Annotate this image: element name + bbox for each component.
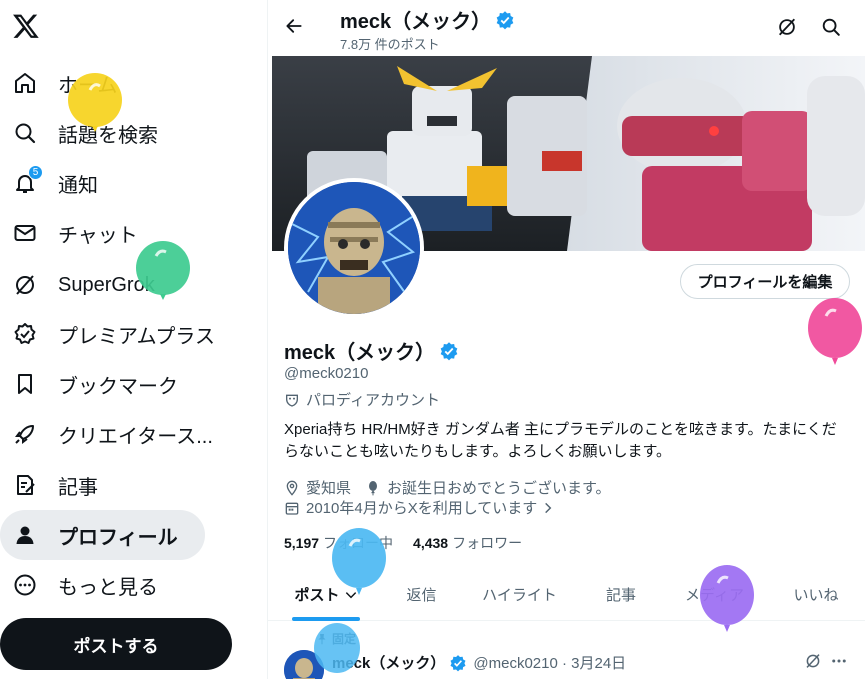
parody-label: パロディアカウント — [284, 389, 440, 410]
search-icon[interactable] — [820, 16, 842, 38]
tab-likes[interactable]: いいね — [767, 568, 865, 621]
balloon-blue-icon — [332, 528, 386, 595]
post-handle-date: @meck0210 · 3月24日 — [473, 655, 627, 672]
nav-item-supergrok[interactable]: SuperGrok — [0, 260, 155, 310]
tab-label: 返信 — [406, 587, 437, 604]
nav-item-notifications[interactable]: 5 通知 — [0, 158, 98, 208]
mail-icon — [12, 220, 38, 246]
header-post-count: 7.8万 件のポスト — [340, 37, 440, 52]
balloon-green-icon — [136, 241, 190, 300]
tab-replies[interactable]: 返信 — [384, 568, 459, 621]
verified-icon — [496, 10, 514, 29]
tab-highlights[interactable]: ハイライト — [459, 568, 580, 621]
x-logo-icon[interactable] — [12, 12, 40, 40]
notification-badge: 5 — [28, 165, 43, 180]
profile-meta-row: 愛知県 お誕生日おめでとうございます。 — [284, 477, 611, 498]
nav-item-label: プレミアムプラス — [58, 325, 215, 348]
location-icon — [286, 480, 298, 496]
bookmark-icon — [12, 371, 38, 397]
followers-count: 4,438 — [413, 535, 449, 551]
location-text: 愛知県 — [306, 480, 352, 497]
nav-item-label: もっと見る — [58, 576, 158, 599]
article-icon — [12, 472, 38, 498]
back-arrow-icon[interactable] — [284, 16, 304, 36]
profile-handle: @meck0210 — [284, 365, 369, 382]
profile-avatar[interactable] — [284, 178, 424, 318]
nav-item-chat[interactable]: チャット — [0, 208, 138, 258]
follow-stats: 5,197フォロー中 4,438フォロワー — [284, 533, 522, 553]
balloon-icon — [369, 480, 378, 495]
edit-profile-button[interactable]: プロフィールを編集 — [680, 264, 850, 299]
grok-icon — [12, 272, 38, 298]
more-icon[interactable] — [830, 652, 848, 670]
tab-label: ハイライト — [482, 587, 557, 604]
chevron-right-icon — [545, 502, 552, 513]
nav-item-premium[interactable]: プレミアムプラス — [0, 309, 215, 359]
followers-link[interactable]: 4,438 フォロワー — [413, 533, 522, 553]
calendar-icon — [285, 502, 299, 515]
post-header: meck（メック） @meck0210 · 3月24日 — [332, 652, 626, 673]
nav-item-label: 記事 — [58, 476, 98, 499]
profile-bio: Xperia持ち HR/HM好き ガンダム者 主にプラモデルのことを呟きます。た… — [284, 421, 837, 460]
header-profile-name: meck（メック） — [340, 5, 515, 34]
profile-name-text: meck（メック） — [284, 342, 436, 364]
balloon-blue-small-icon — [314, 623, 360, 673]
post-button[interactable]: ポストする — [0, 618, 232, 670]
birthday-text: お誕生日おめでとうございます。 — [387, 480, 611, 497]
nav-item-bookmarks[interactable]: ブックマーク — [0, 359, 178, 409]
more-circle-icon — [12, 572, 38, 598]
verified-icon — [450, 654, 466, 671]
balloon-pink-icon — [808, 298, 862, 365]
joined-text: 2010年4月からXを利用しています — [306, 500, 538, 517]
profile-name: meck（メック） — [284, 336, 459, 365]
nav-item-creator-studio[interactable]: クリエイタース... — [0, 409, 213, 459]
home-icon — [12, 70, 38, 96]
nav-item-label: 通知 — [58, 174, 98, 197]
nav-item-articles[interactable]: 記事 — [0, 460, 98, 510]
bell-icon: 5 — [12, 165, 43, 196]
nav-item-label: ブックマーク — [58, 375, 178, 398]
person-icon — [12, 522, 38, 548]
profile-topbar: meck（メック） 7.8万 件のポスト — [268, 0, 865, 56]
tab-label: 記事 — [605, 587, 636, 604]
nav-item-profile[interactable]: プロフィール — [0, 510, 205, 560]
search-icon — [12, 120, 38, 146]
nav-item-label: クリエイタース... — [58, 425, 213, 448]
nav-item-label: プロフィール — [58, 526, 178, 549]
grok-icon[interactable] — [776, 16, 798, 38]
balloon-yellow-icon — [68, 73, 122, 132]
tab-articles[interactable]: 記事 — [580, 568, 662, 621]
nav-item-more[interactable]: もっと見る — [0, 560, 158, 610]
profile-joined-row[interactable]: 2010年4月からXを利用しています — [284, 497, 555, 518]
tab-label: いいね — [793, 587, 839, 604]
sidebar: ホーム 話題を検索 5 通知 チャット SuperGrok プレミアムプラス — [0, 0, 268, 679]
parody-text: パロディアカウント — [306, 392, 440, 409]
header-name-text: meck（メック） — [340, 11, 492, 33]
rocket-icon — [12, 421, 38, 447]
verified-icon[interactable] — [439, 341, 459, 361]
mask-icon — [286, 394, 298, 407]
avatar-image — [288, 182, 420, 314]
following-count: 5,197 — [284, 535, 320, 551]
followers-label: フォロワー — [452, 535, 523, 551]
grok-icon[interactable] — [804, 652, 822, 670]
balloon-purple-icon — [700, 565, 754, 632]
nav-item-label: チャット — [58, 224, 138, 247]
verified-badge-icon — [12, 321, 38, 347]
